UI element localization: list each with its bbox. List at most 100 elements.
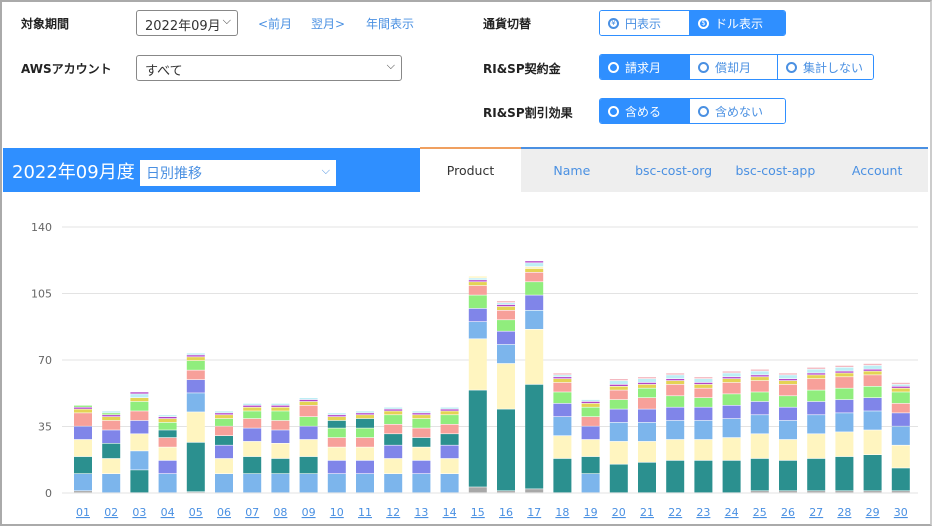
bar-segment[interactable] xyxy=(440,411,459,415)
bar-segment[interactable] xyxy=(384,415,403,424)
bar-segment[interactable] xyxy=(468,339,487,390)
bar-segment[interactable] xyxy=(750,401,769,415)
bar-segment[interactable] xyxy=(130,470,149,493)
x-tick-label[interactable]: 28 xyxy=(837,506,851,519)
bar-segment[interactable] xyxy=(694,377,713,379)
bar-segment[interactable] xyxy=(356,447,374,461)
bar-segment[interactable] xyxy=(356,460,374,474)
bar-segment[interactable] xyxy=(130,434,149,451)
bar-segment[interactable] xyxy=(525,310,544,329)
bar-segment[interactable] xyxy=(243,441,262,457)
bar-segment[interactable] xyxy=(750,415,769,434)
bar-segment[interactable] xyxy=(384,411,403,415)
x-tick-label[interactable]: 09 xyxy=(302,506,316,519)
bar-segment[interactable] xyxy=(750,392,769,402)
bar-segment[interactable] xyxy=(807,379,826,390)
bar-segment[interactable] xyxy=(835,432,854,457)
ri-discount-exclude-option[interactable]: 含めない xyxy=(689,99,785,123)
bar-segment[interactable] xyxy=(497,344,515,364)
bar-segment[interactable] xyxy=(299,401,318,405)
bar-segment[interactable] xyxy=(412,447,431,461)
bar-segment[interactable] xyxy=(440,434,459,445)
x-tick-label[interactable]: 20 xyxy=(612,506,626,519)
bar-segment[interactable] xyxy=(468,487,487,493)
bar-segment[interactable] xyxy=(327,428,346,438)
bar-segment[interactable] xyxy=(581,439,600,457)
x-tick-label[interactable]: 18 xyxy=(555,506,569,519)
bar-segment[interactable] xyxy=(863,365,882,369)
bar-segment[interactable] xyxy=(356,415,374,419)
bar-segment[interactable] xyxy=(158,447,177,461)
bar-segment[interactable] xyxy=(694,398,713,407)
bar-segment[interactable] xyxy=(271,411,290,421)
bar-segment[interactable] xyxy=(243,411,262,419)
bar-segment[interactable] xyxy=(863,386,882,398)
bar-segment[interactable] xyxy=(694,439,713,461)
bar-segment[interactable] xyxy=(243,405,262,407)
bar-segment[interactable] xyxy=(412,413,431,415)
bar-segment[interactable] xyxy=(750,371,769,375)
x-tick-label[interactable]: 24 xyxy=(725,506,739,519)
bar-segment[interactable] xyxy=(581,401,600,404)
bar-segment[interactable] xyxy=(158,418,177,423)
bar-segment[interactable] xyxy=(74,409,92,413)
bar-segment[interactable] xyxy=(356,474,374,493)
tab-bsc-cost-app[interactable]: bsc-cost-app xyxy=(725,149,827,192)
bar-segment[interactable] xyxy=(525,268,544,272)
bar-segment[interactable] xyxy=(384,445,403,459)
bar-segment[interactable] xyxy=(779,407,797,421)
bar-segment[interactable] xyxy=(807,367,826,369)
bar-segment[interactable] xyxy=(412,460,431,474)
bar-segment[interactable] xyxy=(74,474,92,491)
bar-segment[interactable] xyxy=(468,322,487,339)
bar-segment[interactable] xyxy=(863,369,882,371)
bar-segment[interactable] xyxy=(158,430,177,438)
bar-segment[interactable] xyxy=(609,386,628,390)
x-tick-label[interactable]: 12 xyxy=(386,506,400,519)
bar-segment[interactable] xyxy=(215,445,233,459)
bar-segment[interactable] xyxy=(694,420,713,440)
bar-segment[interactable] xyxy=(440,409,459,411)
bar-segment[interactable] xyxy=(609,379,628,381)
bar-segment[interactable] xyxy=(186,370,205,380)
bar-segment[interactable] xyxy=(638,409,656,423)
bar-segment[interactable] xyxy=(327,447,346,461)
x-tick-label[interactable]: 14 xyxy=(443,506,457,519)
bar-segment[interactable] xyxy=(102,417,121,421)
bar-segment[interactable] xyxy=(835,399,854,413)
ri-fee-exclude-option[interactable]: 集計しない xyxy=(777,55,873,79)
bar-segment[interactable] xyxy=(440,458,459,474)
bar-segment[interactable] xyxy=(722,371,741,373)
bar-segment[interactable] xyxy=(609,441,628,464)
bar-segment[interactable] xyxy=(779,491,797,493)
bar-segment[interactable] xyxy=(722,405,741,419)
bar-segment[interactable] xyxy=(835,388,854,400)
bar-segment[interactable] xyxy=(384,424,403,434)
bar-segment[interactable] xyxy=(102,474,121,493)
bar-segment[interactable] xyxy=(891,382,910,385)
bar-segment[interactable] xyxy=(891,445,910,468)
bar-segment[interactable] xyxy=(581,456,600,474)
bar-segment[interactable] xyxy=(215,426,233,436)
bar-segment[interactable] xyxy=(750,377,769,381)
bar-segment[interactable] xyxy=(384,458,403,474)
x-tick-label[interactable]: 15 xyxy=(471,506,485,519)
bar-segment[interactable] xyxy=(412,428,431,438)
bar-segment[interactable] xyxy=(779,460,797,491)
bar-segment[interactable] xyxy=(130,420,149,434)
bar-segment[interactable] xyxy=(553,417,572,436)
bar-segment[interactable] xyxy=(750,375,769,377)
x-tick-label[interactable]: 08 xyxy=(273,506,287,519)
bar-segment[interactable] xyxy=(638,441,656,462)
bar-segment[interactable] xyxy=(468,282,487,286)
bar-segment[interactable] xyxy=(863,375,882,386)
bar-segment[interactable] xyxy=(412,415,431,419)
bar-segment[interactable] xyxy=(525,272,544,282)
bar-segment[interactable] xyxy=(186,353,205,355)
bar-segment[interactable] xyxy=(835,367,854,371)
bar-segment[interactable] xyxy=(74,491,92,493)
bar-segment[interactable] xyxy=(750,434,769,459)
currency-yen-option[interactable]: ¥ 円表示 xyxy=(600,11,689,35)
bar-segment[interactable] xyxy=(835,365,854,367)
tab-account[interactable]: Account xyxy=(826,149,928,192)
